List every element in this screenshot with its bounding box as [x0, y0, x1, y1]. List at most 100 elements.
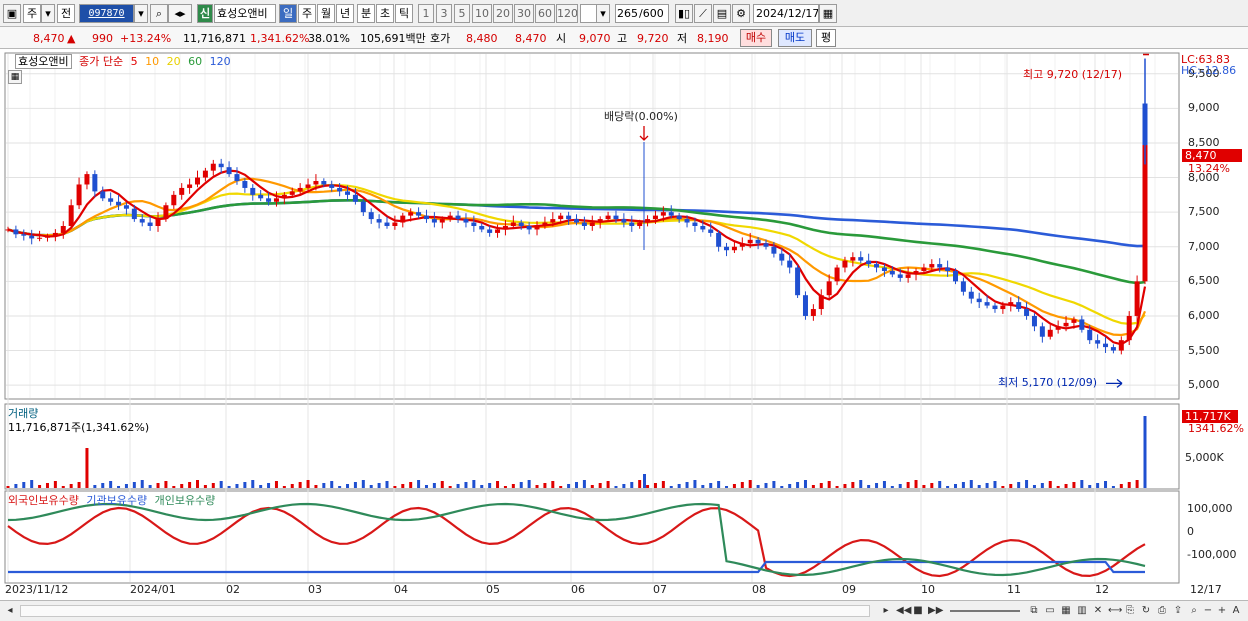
period-second-button[interactable]: 초	[376, 4, 394, 23]
quote-bar: 8,470 ▲ 990 +13.24% 11,716,871 1,341.62%…	[0, 27, 1248, 49]
layout-icon[interactable]: ▭	[1044, 604, 1056, 618]
window-icon[interactable]: ▣	[3, 4, 21, 23]
zoom-slider[interactable]	[950, 610, 1020, 612]
scroll-right-icon[interactable]: ▸	[880, 604, 892, 618]
speaker-icon[interactable]: ◂▸	[168, 4, 192, 23]
interval-dropdown-icon[interactable]: ▾	[596, 4, 610, 23]
volume-bar	[582, 480, 586, 488]
interval-20-button[interactable]: 20	[493, 4, 513, 23]
table-toggle-icon[interactable]: ▦	[8, 70, 22, 84]
code-dropdown-icon[interactable]: ▾	[134, 4, 148, 23]
refresh-icon[interactable]: ↻	[1140, 604, 1152, 618]
zoom-in-icon[interactable]: +	[1216, 604, 1228, 618]
candle-body	[897, 274, 903, 278]
candle-body	[218, 163, 224, 168]
period-week-button[interactable]: 주	[298, 4, 316, 23]
candle-body	[842, 260, 848, 268]
volume-bar	[117, 486, 121, 488]
print-icon[interactable]: ⎙	[1156, 604, 1168, 618]
prev-button[interactable]: 전	[57, 4, 75, 23]
candle-body	[1103, 343, 1109, 348]
volume-bar	[211, 483, 215, 488]
volume-bar	[653, 483, 657, 488]
volume-bar	[590, 485, 594, 488]
legend-stock-name[interactable]: 효성오앤비	[15, 54, 72, 69]
period-select[interactable]: 주	[23, 4, 41, 23]
volume-bar	[338, 486, 342, 488]
scroll-track[interactable]	[20, 605, 870, 617]
x-label-05: 05	[486, 583, 500, 596]
scroll-left-icon[interactable]: ◂	[4, 604, 16, 618]
font-size-icon[interactable]: A	[1230, 604, 1242, 618]
period-day-button[interactable]: 일	[279, 4, 297, 23]
period-tick-button[interactable]: 틱	[395, 4, 413, 23]
date-input[interactable]: 2024/12/17	[753, 4, 819, 23]
buy-button[interactable]: 매수	[740, 29, 772, 47]
candle-body	[534, 226, 540, 230]
interval-60-button[interactable]: 60	[535, 4, 555, 23]
candle-body	[68, 205, 74, 226]
period-year-button[interactable]: 년	[336, 4, 354, 23]
volume-bar	[401, 484, 405, 488]
volume-bar	[898, 484, 902, 488]
candle-body	[574, 219, 579, 223]
volume-bar	[709, 483, 713, 488]
candle-body	[242, 181, 248, 188]
x-label-09: 09	[842, 583, 856, 596]
calendar-icon[interactable]: ▦	[819, 4, 837, 23]
scroll-back-icon[interactable]: ◀◀	[896, 604, 911, 618]
line-tool-icon[interactable]: ⟋	[694, 4, 712, 23]
candle-body	[1110, 347, 1116, 351]
candle-body	[187, 184, 193, 188]
price-y-tick: 9,000	[1188, 101, 1220, 115]
candle-body	[787, 260, 793, 268]
volume-bar	[274, 481, 278, 488]
period-minute-button[interactable]: 분	[357, 4, 375, 23]
export-icon[interactable]: ⇪	[1172, 604, 1184, 618]
cross-icon[interactable]: ✕	[1092, 604, 1104, 618]
current-price: 8,470	[33, 32, 65, 45]
chart-scrollbar[interactable]: ◂ ▸ ◀◀ ■ ▶▶ ⧉ ▭ ▦ ▥ ✕ ⟷ ⎘ ↻ ⎙ ⇪ ⌕ − + A	[0, 600, 1248, 621]
candle-type-icon[interactable]: ▮▯	[675, 4, 693, 23]
stock-chart[interactable]	[0, 50, 1248, 600]
candle-body	[1087, 329, 1093, 341]
volume-bar	[1009, 484, 1013, 488]
sell-button[interactable]: 매도	[778, 29, 812, 47]
volume-bar	[701, 485, 705, 488]
save-icon[interactable]: ▤	[713, 4, 731, 23]
evaluation-button[interactable]: 평	[816, 29, 836, 47]
zoom-icon[interactable]: ⌕	[1188, 604, 1200, 618]
interval-5-button[interactable]: 5	[454, 4, 470, 23]
stop-icon[interactable]: ■	[912, 604, 924, 618]
count-input[interactable]: 265	[615, 4, 639, 23]
copy-icon[interactable]: ⎘	[1124, 604, 1136, 618]
gear-icon[interactable]: ⚙	[732, 4, 750, 23]
volume-bar	[14, 484, 18, 488]
period-month-button[interactable]: 월	[317, 4, 335, 23]
search-icon[interactable]: ⌕	[150, 4, 168, 23]
measure-icon[interactable]: ⟷	[1108, 604, 1122, 618]
candle-body	[739, 243, 745, 247]
interval-10-button[interactable]: 10	[472, 4, 492, 23]
stock-name-field[interactable]: 효성오앤비	[214, 4, 276, 23]
candle-body	[52, 232, 58, 237]
volume-bar	[1072, 482, 1076, 488]
legend-foreign-holding: 외국인보유수량	[8, 494, 79, 507]
compare-icon[interactable]: ⧉	[1028, 604, 1040, 618]
interval-120-button[interactable]: 120	[556, 4, 578, 23]
high-annotation: 최고 9,720 (12/17)	[1023, 68, 1123, 81]
volume-bar	[906, 482, 910, 488]
volume-bar	[638, 480, 642, 488]
chevron-down-icon[interactable]: ▾	[41, 4, 55, 23]
x-label-02: 02	[226, 583, 240, 596]
split-icon[interactable]: ▥	[1076, 604, 1088, 618]
candle-body	[313, 181, 319, 185]
stock-code-input[interactable]: 097870	[79, 4, 134, 23]
zoom-out-icon[interactable]: −	[1202, 604, 1214, 618]
interval-30-button[interactable]: 30	[514, 4, 534, 23]
grid-layout-icon[interactable]: ▦	[1060, 604, 1072, 618]
interval-3-button[interactable]: 3	[436, 4, 452, 23]
interval-1-button[interactable]: 1	[418, 4, 434, 23]
scroll-forward-icon[interactable]: ▶▶	[928, 604, 943, 618]
volume-bar	[219, 481, 223, 488]
